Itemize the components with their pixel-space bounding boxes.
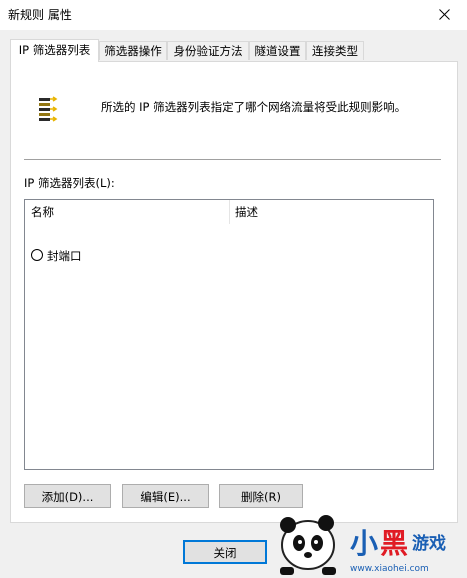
tab-filter-action[interactable]: 筛选器操作 [99, 41, 167, 60]
watermark-url: www.xiaohei.com [350, 564, 429, 574]
close-icon [439, 9, 450, 20]
title-bar: 新规则 属性 [0, 0, 467, 30]
filter-list-icon [39, 96, 58, 122]
panel-description: 所选的 IP 筛选器列表指定了哪个网络流量将受此规则影响。 [101, 100, 407, 114]
tab-authentication-methods[interactable]: 身份验证方法 [167, 41, 249, 60]
svg-text:游戏: 游戏 [412, 533, 446, 554]
filter-list-view[interactable]: 名称 描述 封端口 [24, 199, 434, 470]
edit-button[interactable]: 编辑(E)... [122, 484, 209, 508]
svg-text:黑: 黑 [380, 527, 408, 560]
close-button[interactable]: 关闭 [183, 540, 267, 564]
column-divider[interactable] [229, 200, 230, 224]
separator [24, 159, 441, 160]
list-item-name: 封端口 [47, 249, 82, 263]
window-close-button[interactable] [423, 0, 467, 30]
tab-ip-filter-list[interactable]: IP 筛选器列表 [10, 39, 99, 62]
radio-button[interactable] [31, 249, 43, 261]
panda-logo-icon: 小 黑 游戏 www.xiaohei.com [280, 515, 446, 575]
tab-connection-type[interactable]: 连接类型 [306, 41, 364, 60]
column-header-description[interactable]: 描述 [235, 200, 415, 224]
window-title: 新规则 属性 [8, 8, 72, 22]
watermark-text: 小 [350, 527, 378, 560]
column-header-name[interactable]: 名称 [31, 200, 227, 224]
add-button[interactable]: 添加(D)... [24, 484, 111, 508]
tab-panel: 所选的 IP 筛选器列表指定了哪个网络流量将受此规则影响。 IP 筛选器列表(L… [10, 61, 458, 523]
tab-tunnel-settings[interactable]: 隧道设置 [249, 41, 306, 60]
filter-list-label: IP 筛选器列表(L): [24, 176, 115, 190]
watermark-logo: 小 黑 游戏 www.xiaohei.com [272, 505, 467, 575]
